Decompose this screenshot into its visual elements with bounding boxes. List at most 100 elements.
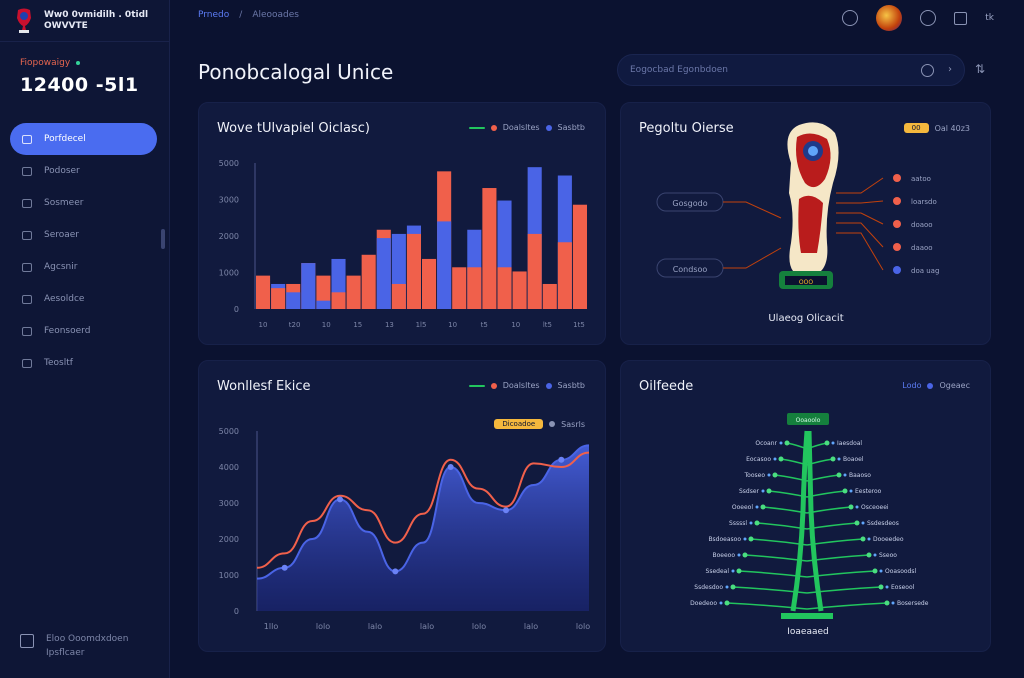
- x-tick-label: 1t5: [573, 321, 585, 329]
- y-tick-label: 1000: [219, 269, 239, 278]
- sidebar-item-6[interactable]: Feonsoerd: [10, 315, 157, 347]
- tree-label-dot: [725, 585, 729, 589]
- bar-red: [527, 233, 542, 309]
- bar-red: [452, 267, 467, 309]
- breadcrumb-item-2[interactable]: Aleooades: [252, 10, 299, 20]
- x-tick-label: lt5: [543, 321, 552, 329]
- list-icon: [22, 358, 32, 368]
- search-bar[interactable]: ›: [617, 54, 965, 86]
- tree-label-dot: [867, 537, 871, 541]
- trophy-right-labels: aatoo loarsdo doaoo daaoo doa uag: [836, 174, 939, 275]
- sidebar-item-3[interactable]: Seroaer: [10, 219, 157, 251]
- sidebar-item-0[interactable]: Porfdecel: [10, 123, 157, 155]
- tree-label: Ocoanr: [755, 440, 777, 447]
- bar-blue: [437, 221, 452, 309]
- search-icon[interactable]: [921, 64, 934, 77]
- chevron-right-icon[interactable]: ›: [948, 64, 952, 75]
- tree-label: Tooseo: [744, 472, 766, 479]
- tree-label-dot: [719, 601, 723, 605]
- topbar: Prnedo / Aleooades tk: [170, 0, 1024, 42]
- bar-chart: 0 1000 2000 3000 5000 10 t20 10 15 13 1l5 10 t5 10 lt5…: [219, 159, 587, 329]
- search-input[interactable]: [630, 65, 900, 75]
- footer-line-2: Ipsflcaer: [46, 648, 85, 658]
- sidebar-item-5[interactable]: Aesoldce: [10, 283, 157, 315]
- tree-label-dot: [873, 553, 877, 557]
- connector-line: [836, 177, 884, 194]
- bar-red: [542, 283, 557, 309]
- tree-node: [872, 568, 878, 574]
- tree-node: [748, 536, 754, 542]
- tree-label-dot: [767, 473, 771, 477]
- tree-branch: [806, 506, 852, 514]
- tree-label: Ssedeal: [706, 568, 730, 575]
- sidebar-item-7[interactable]: Teosltf: [10, 347, 157, 379]
- breadcrumb-item-1[interactable]: Prnedo: [198, 10, 229, 20]
- connector-line: [836, 212, 884, 225]
- clock-icon[interactable]: [842, 10, 859, 26]
- tree-label: Ssdesdoo: [694, 584, 723, 591]
- sidebar-item-2[interactable]: Sosmeer: [10, 187, 157, 219]
- tree-branch: [750, 538, 808, 546]
- globe-icon[interactable]: [920, 10, 937, 26]
- tree-branch: [762, 506, 808, 514]
- trophy-diagram: Gosgodo Condsoo OOO aatoo loarsdo doaoo daa…: [656, 122, 939, 324]
- sidebar-item-label: Porfdecel: [44, 134, 86, 144]
- user-tag[interactable]: tk: [985, 13, 994, 23]
- trophy-pedestal-text: OOO: [799, 279, 813, 286]
- trophy-logo-icon: [17, 8, 31, 33]
- page-title: Ponobcalogal Unice: [198, 60, 394, 84]
- trophy-right-label: aatoo: [911, 175, 931, 183]
- connector-line: [723, 201, 782, 219]
- sidebar-item-label: Podoser: [44, 166, 80, 176]
- y-tick-label: 2000: [219, 535, 239, 544]
- x-tick-label: 10: [511, 321, 520, 329]
- brand[interactable]: Ww0 0vmidilh . 0tidl OWVVTE: [0, 0, 170, 42]
- tree-node: [848, 504, 854, 510]
- trophy-marker-dot: [893, 243, 901, 251]
- status-dot: [76, 61, 81, 65]
- sidebar: Ww0 0vmidilh . 0tidl OWVVTE Fiopowaigy 1…: [0, 0, 170, 678]
- bar-red: [512, 271, 527, 309]
- tree-node: [884, 600, 890, 606]
- tree-label: Boaoel: [843, 456, 864, 463]
- x-tick-label: lalo: [524, 622, 538, 631]
- tree-node: [878, 584, 884, 590]
- avatar[interactable]: [876, 5, 903, 31]
- tree-node: [772, 472, 778, 478]
- tree-trunk: [781, 430, 833, 619]
- tree-node: [724, 600, 730, 606]
- notification-icon[interactable]: [954, 11, 968, 25]
- grid-icon: [22, 326, 32, 336]
- tree-label: Boeeoo: [712, 552, 735, 559]
- sidebar-item-label: Sosmeer: [44, 198, 84, 208]
- data-point: [503, 507, 509, 514]
- trophy-right-label: doaoo: [911, 221, 933, 229]
- trophy-base-label: Ulaeog Olicacit: [768, 313, 843, 324]
- file-icon: [22, 294, 32, 304]
- bar-red: [331, 292, 346, 309]
- tree-label-dot: [837, 457, 841, 461]
- x-tick-label: lolo: [316, 622, 330, 631]
- sidebar-item-1[interactable]: Podoser: [10, 155, 157, 187]
- sidebar-item-label: Seroaer: [44, 230, 80, 240]
- tree-label: Sseoo: [879, 552, 897, 559]
- sidebar-item-label: Feonsoerd: [44, 326, 91, 336]
- sidebar-item-label: Aesoldce: [44, 294, 85, 304]
- sidebar-footer[interactable]: Eloo Ooomdxdoen Ipsflcaer: [20, 632, 128, 660]
- sidebar-item-4[interactable]: Agcsnir: [10, 251, 157, 283]
- trophy-left-label-1: Gosgodo: [672, 199, 707, 208]
- data-point: [337, 496, 343, 503]
- sidebar-scrollbar[interactable]: [161, 229, 165, 249]
- y-tick-label: 3000: [219, 499, 239, 508]
- connector-line: [723, 247, 782, 269]
- data-point: [447, 464, 454, 470]
- tree-node: [778, 456, 784, 462]
- tree-branch: [806, 538, 864, 546]
- card-icon: [22, 230, 32, 240]
- bar-chart-panel: Wove tUlvapiel Oiclasc) Doalsltes Sasbtb…: [198, 102, 606, 345]
- x-tick-label: lalo: [420, 622, 434, 631]
- tree-label-dot: [843, 473, 847, 477]
- y-tick-label: 0: [234, 305, 239, 314]
- filter-icon[interactable]: ⇅: [975, 62, 985, 76]
- y-tick-label: 3000: [219, 196, 239, 205]
